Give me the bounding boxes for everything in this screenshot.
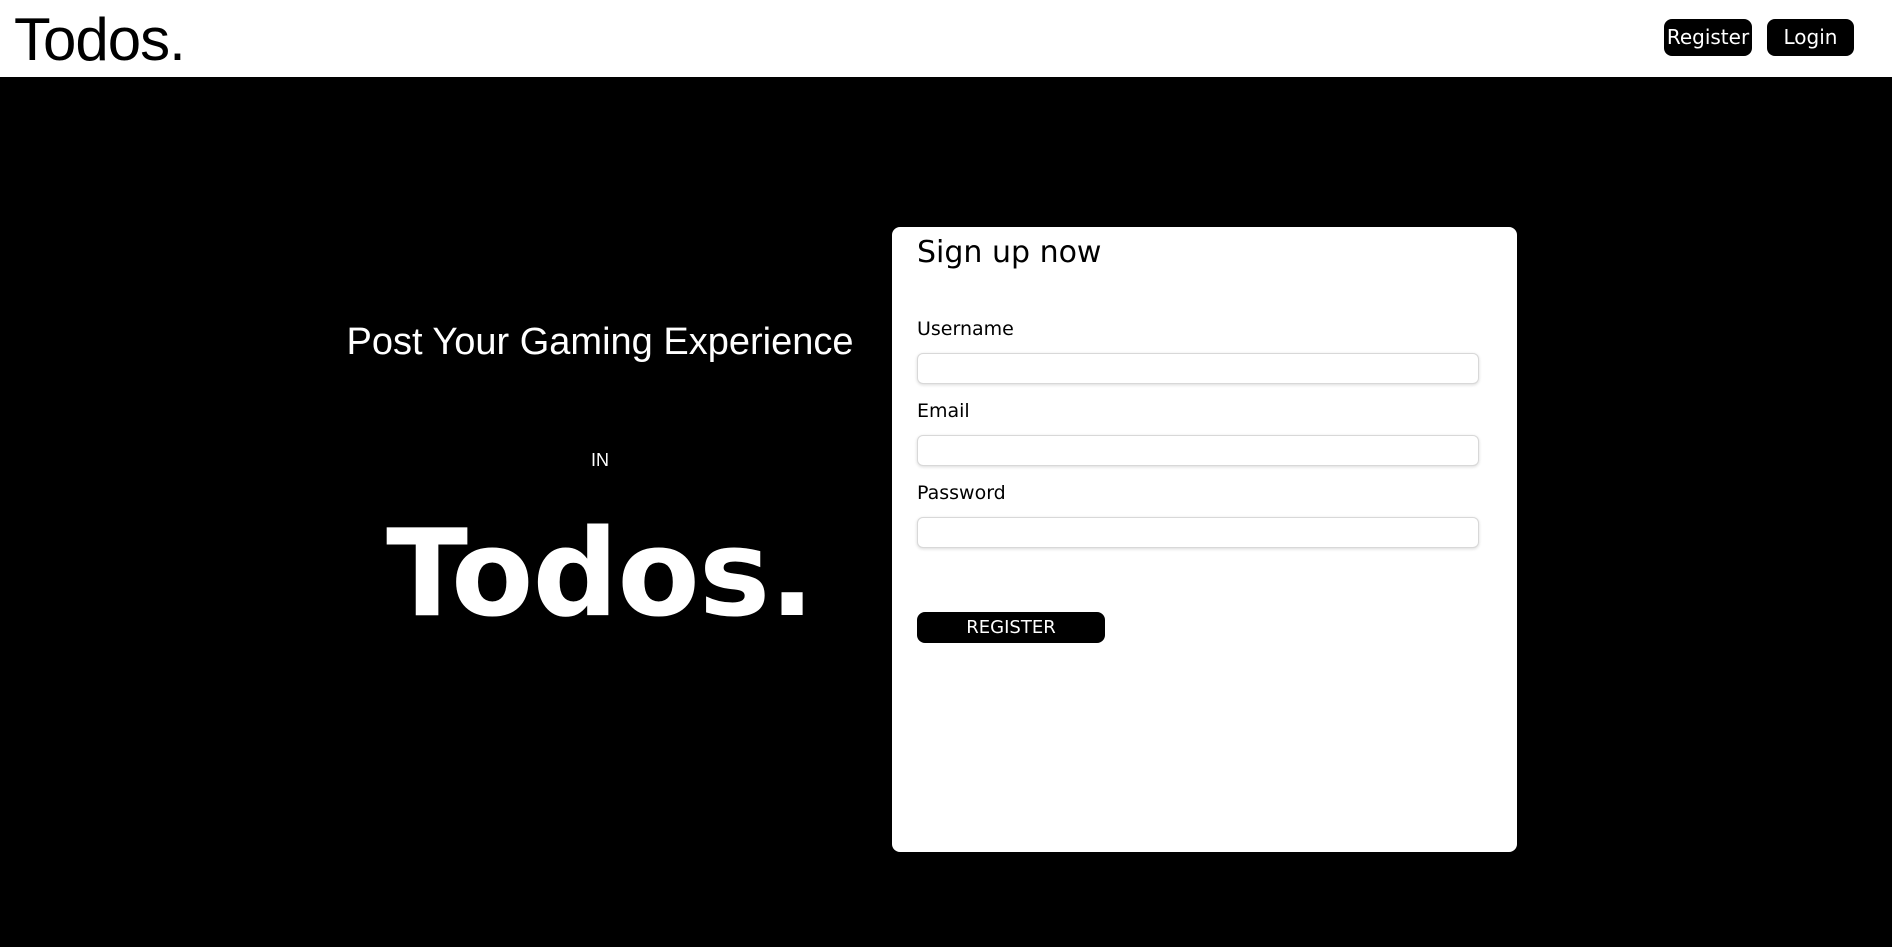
hero-brand: Todos. <box>386 505 815 644</box>
signup-card: Sign up now Username Email Password REGI… <box>892 227 1517 852</box>
brand-logo[interactable]: Todos. <box>14 4 186 76</box>
email-label: Email <box>917 400 970 422</box>
top-navbar: Todos. Register Login <box>0 0 1892 78</box>
nav-register-button[interactable]: Register <box>1664 19 1752 56</box>
hero-connector: IN <box>591 450 609 470</box>
email-input[interactable] <box>917 435 1479 466</box>
password-label: Password <box>917 482 1006 504</box>
hero-tagline: Post Your Gaming Experience <box>346 321 854 363</box>
nav-login-button[interactable]: Login <box>1767 19 1854 56</box>
signup-title: Sign up now <box>917 235 1102 270</box>
username-input[interactable] <box>917 353 1479 384</box>
password-input[interactable] <box>917 517 1479 548</box>
register-submit-button[interactable]: REGISTER <box>917 612 1105 643</box>
username-label: Username <box>917 318 1014 340</box>
